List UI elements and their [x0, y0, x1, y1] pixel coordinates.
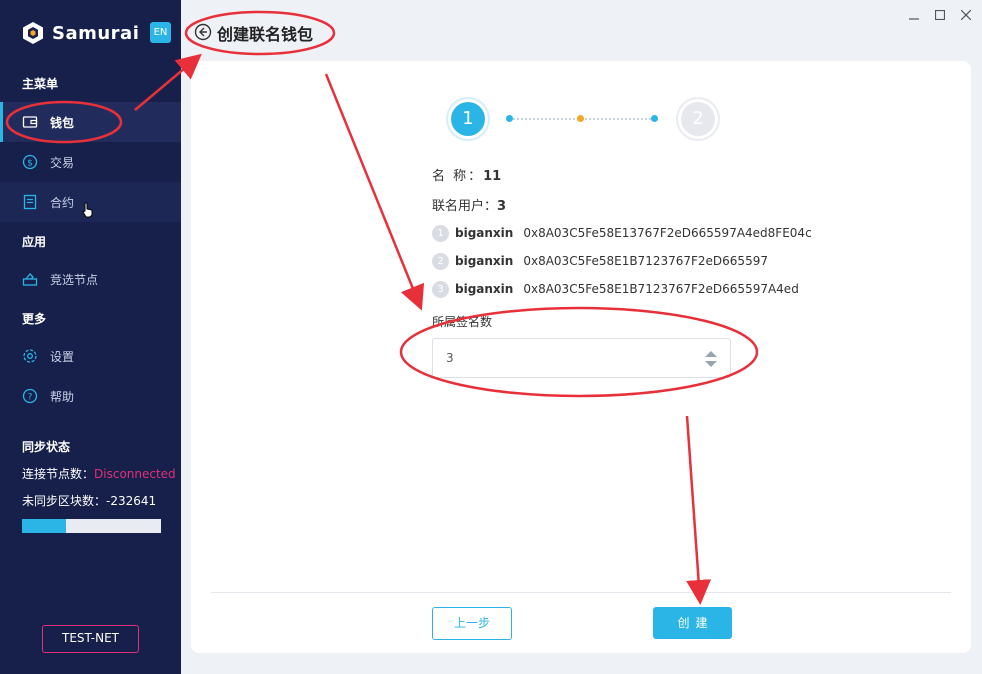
stepper-dot: [577, 115, 584, 122]
minimize-icon[interactable]: [908, 8, 920, 22]
contract-icon: [22, 194, 38, 210]
member-address: 0x8A03C5Fe58E1B7123767F2eD665597: [523, 254, 768, 268]
close-icon[interactable]: [960, 8, 972, 22]
page-title: 创建联名钱包: [217, 25, 314, 44]
co-owners-row: 联名用户：3: [432, 195, 506, 214]
wallet-name-value: 11: [483, 169, 502, 184]
stepper-dot: [506, 115, 513, 122]
connected-nodes-value: Disconnected: [94, 467, 176, 481]
sidebar-item-label: 钱包: [50, 115, 75, 130]
member-address: 0x8A03C5Fe58E1B7123767F2eD665597A4ed: [523, 282, 799, 296]
unsynced-blocks-label: 未同步区块数：: [22, 494, 107, 508]
more-title: 更多: [22, 312, 47, 326]
signatures-label: 所属签名数: [432, 315, 493, 329]
wallet-name-label: 名 称：: [432, 169, 484, 184]
sidebar-item-label: 竞选节点: [50, 272, 99, 287]
spinner-arrows-icon[interactable]: [704, 349, 718, 369]
list-item: 2 biganxin 0x8A03C5Fe58E1B7123767F2eD665…: [432, 252, 768, 270]
sidebar-item-transactions[interactable]: $ 交易: [0, 142, 181, 182]
list-item: 3 biganxin 0x8A03C5Fe58E1B7123767F2eD665…: [432, 280, 799, 298]
sidebar-item-label: 帮助: [50, 389, 75, 404]
create-multisig-card: 1 2 名 称：11 联名用户：3 1 biganxin 0x8A03C5Fe5…: [191, 61, 971, 653]
create-button[interactable]: 创建: [653, 607, 732, 639]
mouse-pointer-icon: [82, 202, 93, 218]
samurai-logo-icon: [23, 22, 43, 44]
sidebar-item-help[interactable]: ? 帮助: [0, 376, 181, 416]
svg-text:$: $: [27, 159, 33, 169]
unsynced-blocks-value: -232641: [106, 494, 157, 508]
main-menu-title: 主菜单: [22, 77, 59, 91]
member-name: biganxin: [455, 282, 514, 296]
step-1-indicator: 1: [451, 102, 485, 136]
sync-status-title: 同步状态: [22, 440, 71, 454]
sidebar-item-vote-nodes[interactable]: 竞选节点: [0, 259, 181, 299]
footer-divider: [211, 592, 951, 593]
connected-nodes-status: 连接节点数：Disconnected: [22, 465, 176, 482]
sidebar-item-label: 合约: [50, 195, 75, 210]
window-controls: [908, 8, 972, 22]
sidebar: Samurai EN 主菜单 钱包 $ 交易 合约 应用 竞选节点 更多 设置: [0, 0, 181, 674]
maximize-icon[interactable]: [934, 8, 946, 22]
member-name: biganxin: [455, 254, 514, 268]
sync-progress-fill: [22, 519, 67, 533]
network-badge[interactable]: TEST-NET: [42, 625, 139, 653]
connected-nodes-label: 连接节点数：: [22, 467, 95, 481]
language-toggle-button[interactable]: EN: [150, 22, 171, 43]
member-address: 0x8A03C5Fe58E13767F2eD665597A4ed8FE04c: [523, 226, 812, 240]
svg-text:?: ?: [28, 393, 33, 403]
back-arrow-icon[interactable]: [194, 23, 212, 41]
help-icon: ?: [22, 388, 38, 404]
apps-title: 应用: [22, 235, 47, 249]
list-item: 1 biganxin 0x8A03C5Fe58E13767F2eD665597A…: [432, 224, 812, 242]
co-owners-label: 联名用户：: [432, 199, 498, 214]
brand: Samurai: [21, 20, 139, 46]
brand-name: Samurai: [52, 22, 140, 44]
sidebar-item-settings[interactable]: 设置: [0, 336, 181, 376]
member-name: biganxin: [455, 226, 514, 240]
stepper-dot: [651, 115, 658, 122]
member-number: 3: [432, 280, 449, 298]
signatures-stepper[interactable]: 3: [432, 338, 731, 378]
vote-icon: [22, 271, 38, 287]
wallet-icon: [22, 114, 38, 130]
sidebar-item-wallet[interactable]: 钱包: [0, 102, 181, 142]
wallet-name-row: 名 称：11: [432, 165, 501, 184]
step-2-indicator: 2: [681, 102, 715, 136]
member-number: 1: [432, 224, 449, 242]
previous-step-button[interactable]: 上一步: [432, 607, 512, 640]
signatures-value: 3: [446, 351, 454, 365]
sidebar-item-label: 交易: [50, 155, 75, 170]
dollar-icon: $: [22, 154, 38, 170]
sync-progress-bar: [22, 519, 161, 533]
gear-icon: [22, 348, 38, 364]
stepper: 1 2: [449, 100, 717, 140]
member-number: 2: [432, 252, 449, 270]
co-owners-value: 3: [497, 199, 507, 214]
unsynced-blocks-status: 未同步区块数：-232641: [22, 492, 156, 509]
sidebar-item-label: 设置: [50, 349, 75, 364]
